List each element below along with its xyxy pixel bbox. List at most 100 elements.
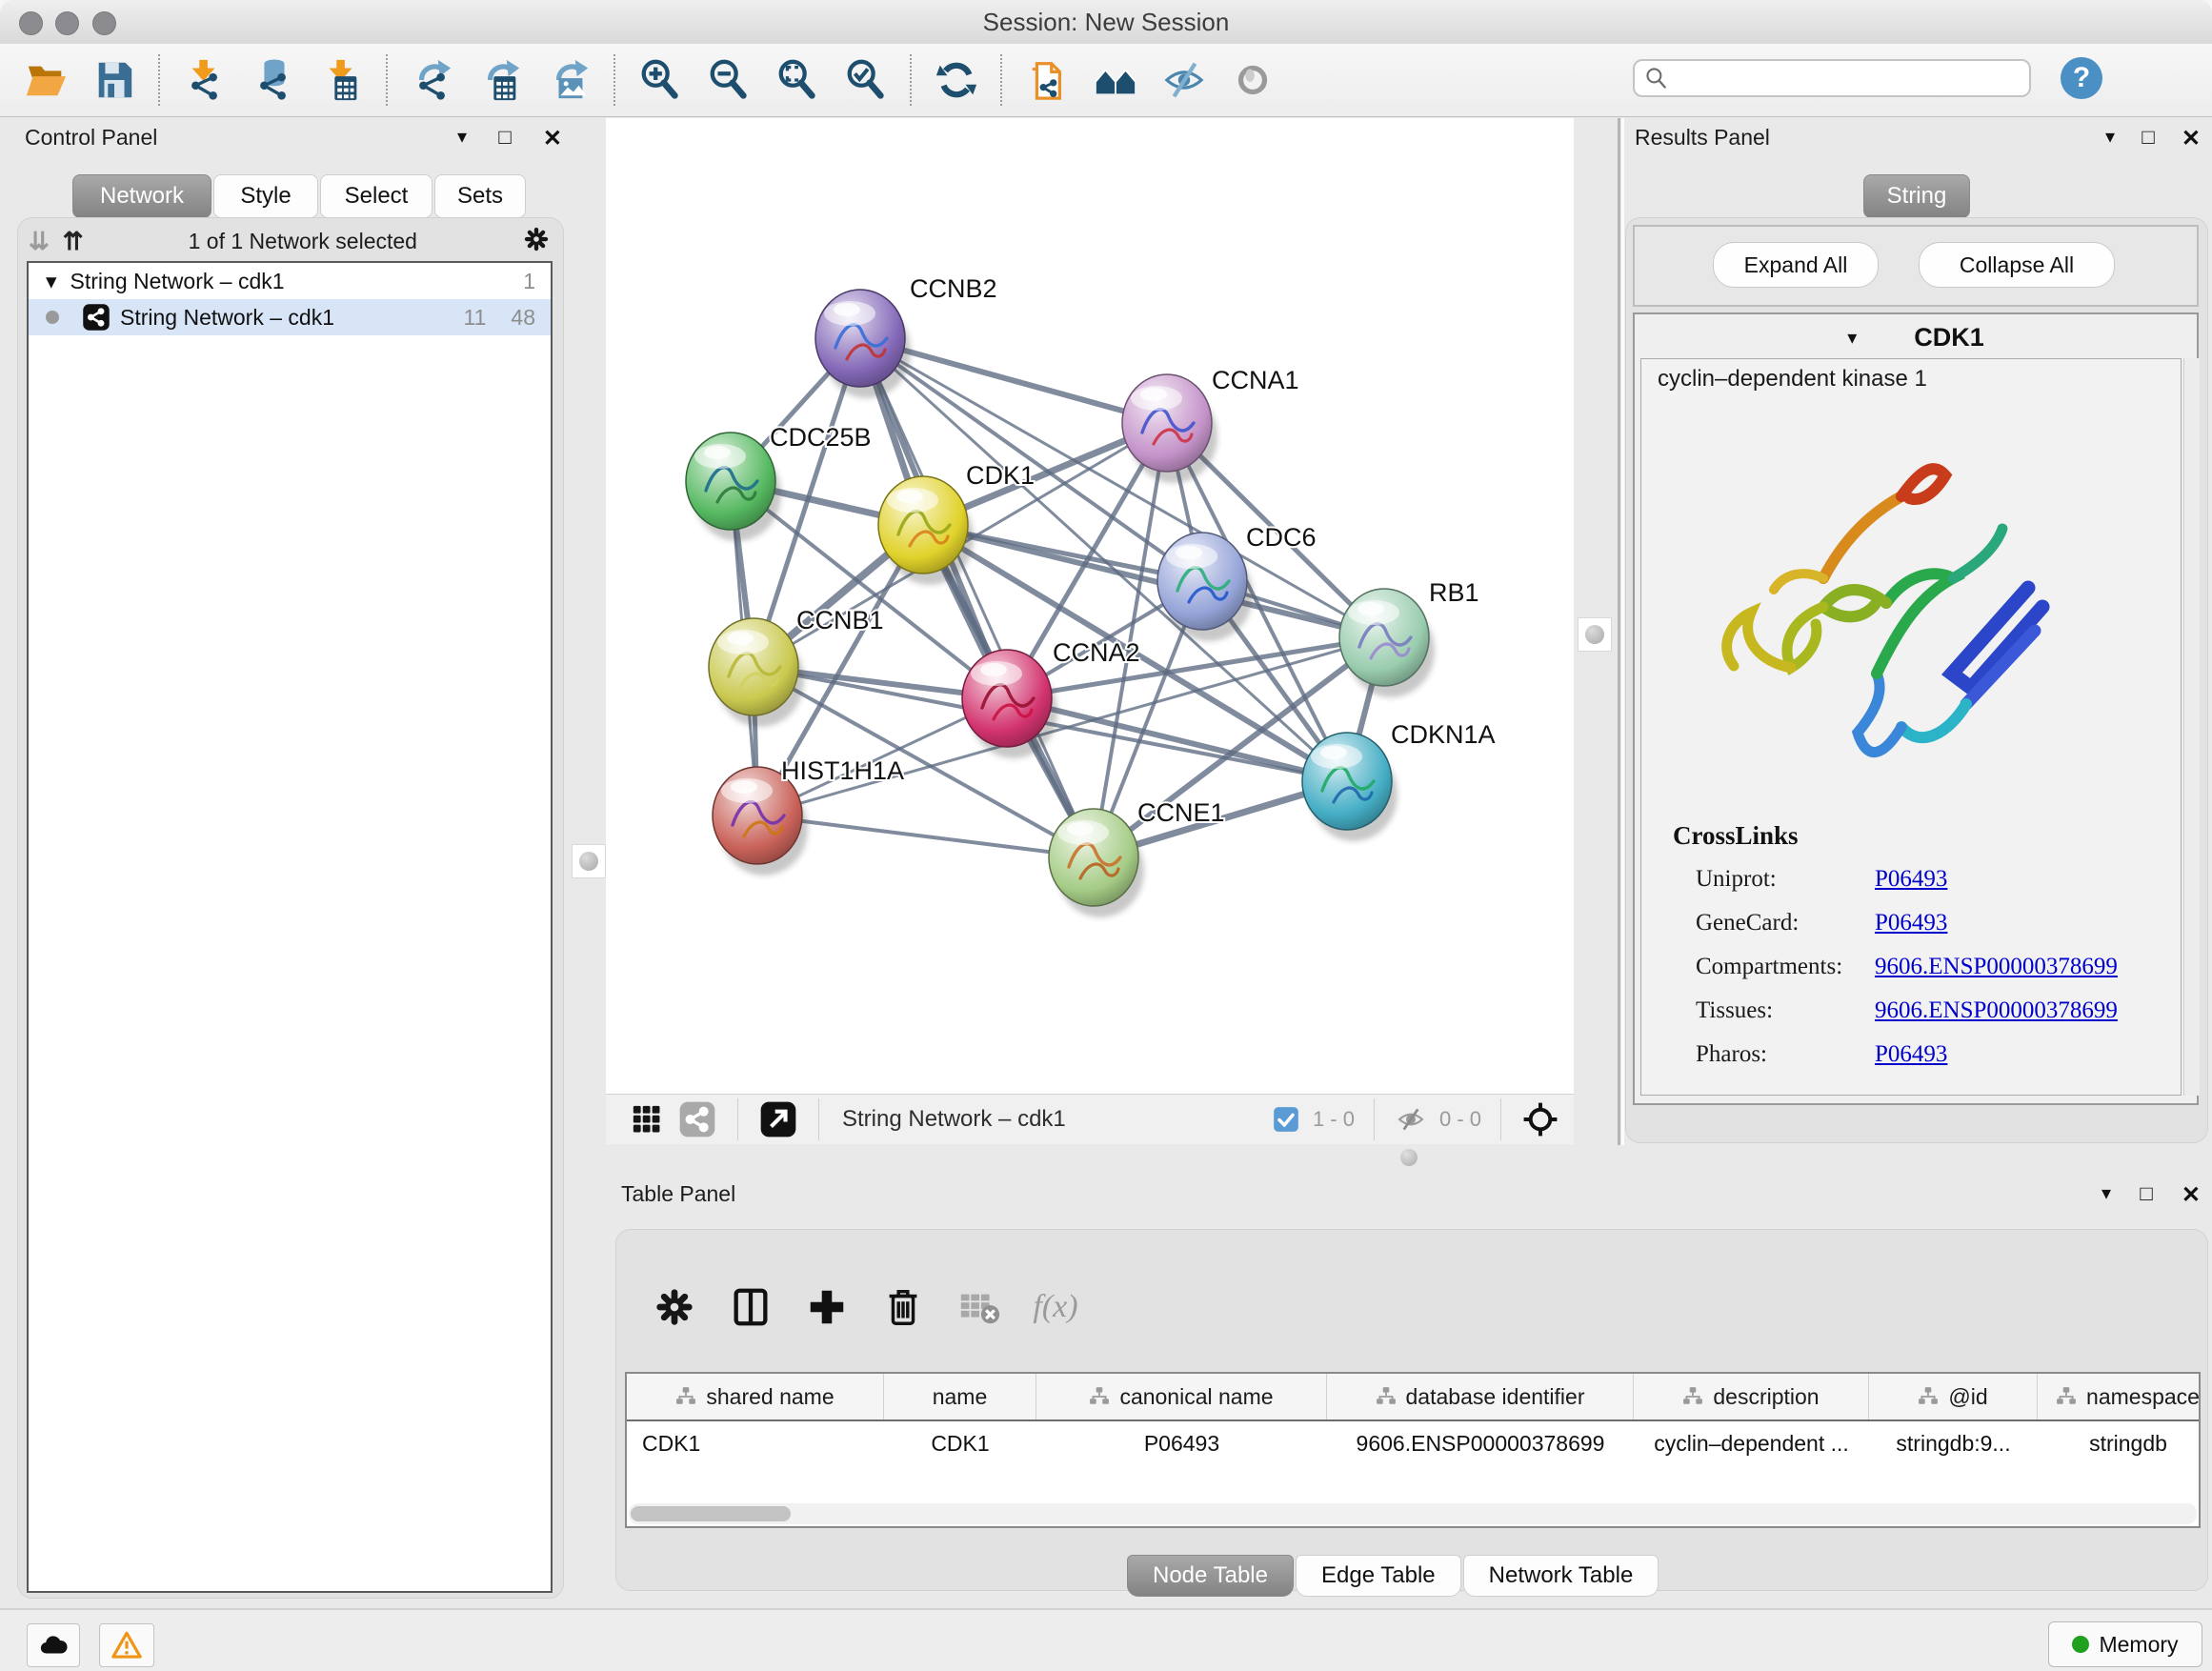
network-node-ccnb2[interactable] <box>815 290 911 398</box>
table-splitter-handle[interactable] <box>1400 1149 1418 1166</box>
column-header-canonical-name[interactable]: canonical name <box>1036 1374 1327 1419</box>
home-icon[interactable] <box>1089 53 1142 107</box>
table-hscrollbar-thumb[interactable] <box>631 1506 791 1521</box>
node-label-cdk1: CDK1 <box>966 461 1035 490</box>
gene-section-collapse-icon[interactable]: ▾ <box>1847 326 1857 350</box>
view-network-icon[interactable] <box>678 1100 716 1138</box>
results-panel-close-icon[interactable]: ✕ <box>2182 125 2201 152</box>
control-panel-collapse-icon[interactable]: ▾ <box>457 125 467 152</box>
tab-style[interactable]: Style <box>213 174 318 218</box>
cell-name[interactable]: CDK1 <box>884 1421 1036 1465</box>
open-in-window-icon[interactable] <box>759 1100 797 1138</box>
warning-icon[interactable] <box>99 1623 154 1667</box>
open-icon[interactable] <box>19 53 72 107</box>
network-node-cdkn1a[interactable] <box>1302 733 1398 841</box>
right-splitter-handle[interactable] <box>1578 617 1612 652</box>
network-node-cdc25b[interactable] <box>686 433 781 541</box>
results-scrollbar[interactable] <box>2183 358 2200 1096</box>
eye-icon[interactable] <box>1226 53 1279 107</box>
network-tree-row[interactable]: ▾ String Network – cdk1 1 <box>29 263 551 299</box>
search-field[interactable] <box>1669 65 2016 91</box>
results-panel-float-icon[interactable]: □ <box>2142 125 2154 152</box>
memory-button[interactable]: Memory <box>2048 1621 2202 1667</box>
crosslink-link[interactable]: P06493 <box>1875 1041 1947 1068</box>
cell-description[interactable]: cyclin–dependent ... <box>1634 1421 1869 1465</box>
control-panel-close-icon[interactable]: ✕ <box>543 125 562 152</box>
import-database-icon[interactable] <box>247 53 300 107</box>
delete-column-icon[interactable] <box>876 1280 930 1334</box>
tab-sets[interactable]: Sets <box>434 174 526 218</box>
import-network-icon[interactable] <box>178 53 231 107</box>
column-header-shared-name[interactable]: shared name <box>627 1374 884 1419</box>
crosslink-link[interactable]: P06493 <box>1875 910 1947 936</box>
network-file-icon[interactable] <box>1020 53 1074 107</box>
network-view[interactable]: CCNB2 CCNA1 CDC25B CDK1 CDC6 RB1 <box>606 118 1574 1094</box>
network-node-cdk1[interactable] <box>878 476 974 585</box>
table-panel-collapse-icon[interactable]: ▾ <box>2101 1181 2111 1209</box>
search-input[interactable] <box>1633 59 2031 97</box>
column-header-namespace[interactable]: namespace <box>2038 1374 2201 1419</box>
refresh-icon[interactable] <box>930 53 983 107</box>
expand-all-networks-icon[interactable]: ⇈ <box>63 227 84 256</box>
cloud-icon[interactable] <box>27 1623 80 1667</box>
column-header-database-identifier[interactable]: database identifier <box>1327 1374 1634 1419</box>
tab-edge-table[interactable]: Edge Table <box>1296 1555 1461 1597</box>
network-options-gear-icon[interactable] <box>522 225 551 258</box>
column-header-name[interactable]: name <box>884 1374 1036 1419</box>
crosslink-link[interactable]: 9606.ENSP00000378699 <box>1875 954 2118 980</box>
node-label-ccna2: CCNA2 <box>1053 638 1140 667</box>
collapse-all-networks-icon[interactable]: ⇊ <box>29 227 50 256</box>
zoom-selected-icon[interactable] <box>839 53 893 107</box>
show-columns-icon[interactable] <box>724 1280 777 1334</box>
network-node-ccna1[interactable] <box>1122 374 1217 483</box>
column-header-description[interactable]: description <box>1634 1374 1869 1419</box>
collapse-all-button[interactable]: Collapse All <box>1919 242 2115 288</box>
zoom-out-icon[interactable] <box>702 53 755 107</box>
birdseye-crosshair-icon[interactable] <box>1522 1101 1558 1137</box>
expand-all-button[interactable]: Expand All <box>1713 242 1879 288</box>
help-icon[interactable]: ? <box>2061 57 2102 99</box>
table-hscrollbar[interactable] <box>629 1503 2197 1524</box>
column-header--id[interactable]: @id <box>1869 1374 2038 1419</box>
import-table-icon[interactable] <box>315 53 369 107</box>
left-splitter-handle[interactable] <box>572 844 606 878</box>
tab-network[interactable]: Network <box>72 174 211 218</box>
view-grid-icon[interactable] <box>631 1103 663 1136</box>
network-node-rb1[interactable] <box>1339 589 1435 697</box>
add-column-icon[interactable] <box>800 1280 854 1334</box>
save-icon[interactable] <box>88 53 141 107</box>
tree-expand-icon[interactable]: ▾ <box>46 269 57 294</box>
hide-eye-icon[interactable] <box>1157 53 1211 107</box>
cell-namespace[interactable]: stringdb <box>2038 1421 2201 1465</box>
export-image-icon[interactable] <box>543 53 596 107</box>
results-panel-collapse-icon[interactable]: ▾ <box>2105 125 2115 152</box>
export-network-icon[interactable] <box>406 53 459 107</box>
network-tree-row[interactable]: String Network – cdk1 11 48 <box>29 299 551 335</box>
table-row[interactable]: CDK1CDK1P064939606.ENSP00000378699cyclin… <box>627 1421 2199 1465</box>
zoom-fit-icon[interactable] <box>771 53 824 107</box>
table-panel-close-icon[interactable]: ✕ <box>2182 1181 2201 1209</box>
cell--id[interactable]: stringdb:9... <box>1869 1421 2038 1465</box>
selected-checkbox-icon[interactable] <box>1273 1106 1299 1133</box>
crosslink-link[interactable]: P06493 <box>1875 866 1947 893</box>
cell-shared-name[interactable]: CDK1 <box>627 1421 884 1465</box>
cell-canonical-name[interactable]: P06493 <box>1036 1421 1327 1465</box>
control-panel-float-icon[interactable]: □ <box>498 125 511 152</box>
table-tabs: Node TableEdge TableNetwork Table <box>1127 1555 1660 1597</box>
export-table-icon[interactable] <box>474 53 528 107</box>
tab-string[interactable]: String <box>1863 174 1970 218</box>
table-panel-float-icon[interactable]: □ <box>2140 1181 2152 1209</box>
tab-network-table[interactable]: Network Table <box>1463 1555 1659 1597</box>
network-node-cdc6[interactable] <box>1157 533 1253 641</box>
table-options-gear-icon[interactable] <box>648 1280 701 1334</box>
crosslink-link[interactable]: 9606.ENSP00000378699 <box>1875 997 2118 1024</box>
tab-select[interactable]: Select <box>320 174 432 218</box>
zoom-in-icon[interactable] <box>633 53 687 107</box>
network-edge[interactable] <box>757 815 1094 857</box>
tab-node-table[interactable]: Node Table <box>1127 1555 1294 1597</box>
network-node-ccna2[interactable] <box>962 650 1057 758</box>
network-node-ccne1[interactable] <box>1049 809 1144 917</box>
hidden-eye-slash-icon[interactable] <box>1396 1104 1426 1135</box>
results-splitter[interactable] <box>1618 118 1620 1145</box>
cell-database-identifier[interactable]: 9606.ENSP00000378699 <box>1327 1421 1634 1465</box>
